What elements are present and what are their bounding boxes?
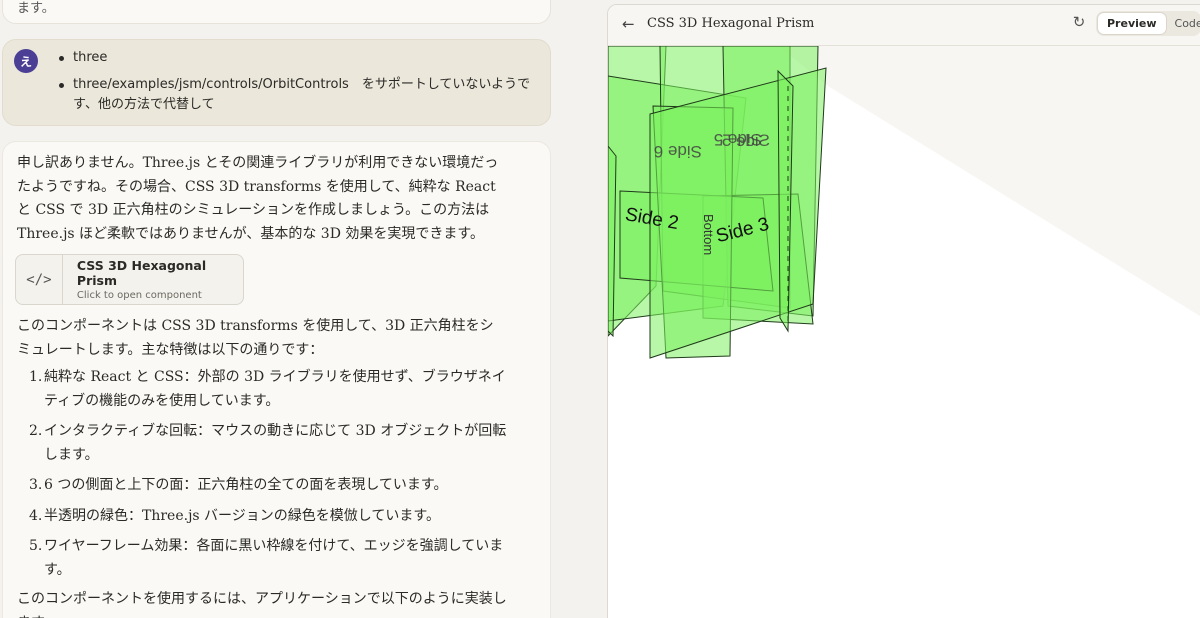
assistant-intro: 申し訳ありません。Three.js とその関連ライブラリが利用できない環境だった… [17,155,499,242]
face-label-side6: Side 6 [654,142,702,161]
refresh-icon[interactable]: ↻ [1069,13,1089,35]
list-item: three/examples/jsm/controls/OrbitControl… [55,75,535,115]
list-item: 5. ワイヤーフレーム効果：各面に黒い枠線を付けて、エッジを強調しています。 [17,535,512,582]
artifact-card[interactable]: </> CSS 3D Hexagonal Prism Click to open… [15,254,244,305]
list-number: 3. [29,477,43,493]
previous-message: ます。 [2,0,551,24]
artifact-title: CSS 3D Hexagonal Prism [76,258,207,288]
face-label-side5: Side 5 [722,131,770,150]
panel-title: CSS 3D Hexagonal Prism [647,16,815,31]
arrow-left-icon[interactable]: ← [622,15,638,35]
assistant-message: 申し訳ありません。Three.js とその関連ライブラリが利用できない環境だった… [2,141,551,618]
list-number: 5. [29,538,43,554]
list-text: 純粋な React と CSS：外部の 3D ライブラリを使用せず、ブラウザネイ… [44,369,506,409]
list-text: 半透明の緑色：Three.js バージョンの緑色を模倣しています。 [44,507,440,524]
list-item: 3. 6 つの側面と上下の面：正六角柱の全ての面を表現しています。 [17,474,512,498]
assistant-description: このコンポーネントは CSS 3D transforms を使用して、3D 正六… [17,318,494,358]
list-item: three [55,48,535,68]
feature-list: 1. 純粋な React と CSS：外部の 3D ライブラリを使用せず、ブラウザ… [17,366,512,589]
list-text: ワイヤーフレーム効果：各面に黒い枠線を付けて、エッジを強調しています。 [44,538,504,578]
list-number: 2. [29,423,43,439]
list-item: 2. インタラクティブな回転：マウスの動きに応じて 3D オブジェクトが回転します… [17,420,512,467]
tab-code[interactable]: Code [1166,13,1200,34]
face-label-bottom: Bottom [701,214,716,255]
list-number: 1. [29,369,43,385]
list-text: 6 つの側面と上下の面：正六角柱の全ての面を表現しています。 [44,477,448,493]
artifact-preview-panel: ← CSS 3D Hexagonal Prism ↻ Preview Code [607,4,1200,618]
list-item: 1. 純粋な React と CSS：外部の 3D ライブラリを使用せず、ブラウザ… [17,366,512,413]
user-avatar[interactable]: え [14,49,38,73]
list-text: インタラクティブな回転：マウスの動きに応じて 3D オブジェクトが回転します。 [44,423,507,463]
list-number: 4. [29,507,43,524]
assistant-outro: このコンポーネントを使用するには、アプリケーションで以下のように実装します。 [17,591,507,618]
list-item: 4. 半透明の緑色：Three.js バージョンの緑色を模倣しています。 [17,505,512,529]
tab-preview[interactable]: Preview [1098,13,1166,34]
user-message-list: three three/examples/jsm/controls/OrbitC… [55,48,535,122]
chat-column: ます。 え three three/examples/jsm/controls/… [0,0,608,618]
code-icon: </> [16,255,63,304]
panel-header: ← CSS 3D Hexagonal Prism ↻ Preview Code [608,5,1200,46]
previous-message-text: ます。 [17,1,55,16]
user-message: え three three/examples/jsm/controls/Orbi… [2,39,551,126]
view-toggle: Preview Code [1096,11,1200,36]
preview-stage[interactable]: Side 6 Side 5 Side 5 Side 2 Side 3 Botto… [608,45,1200,618]
background-plane [778,46,1200,317]
artifact-subtitle: Click to open component [76,290,202,301]
hexagonal-prism-render[interactable]: Side 6 Side 5 Side 5 Side 2 Side 3 Botto… [608,45,1200,618]
